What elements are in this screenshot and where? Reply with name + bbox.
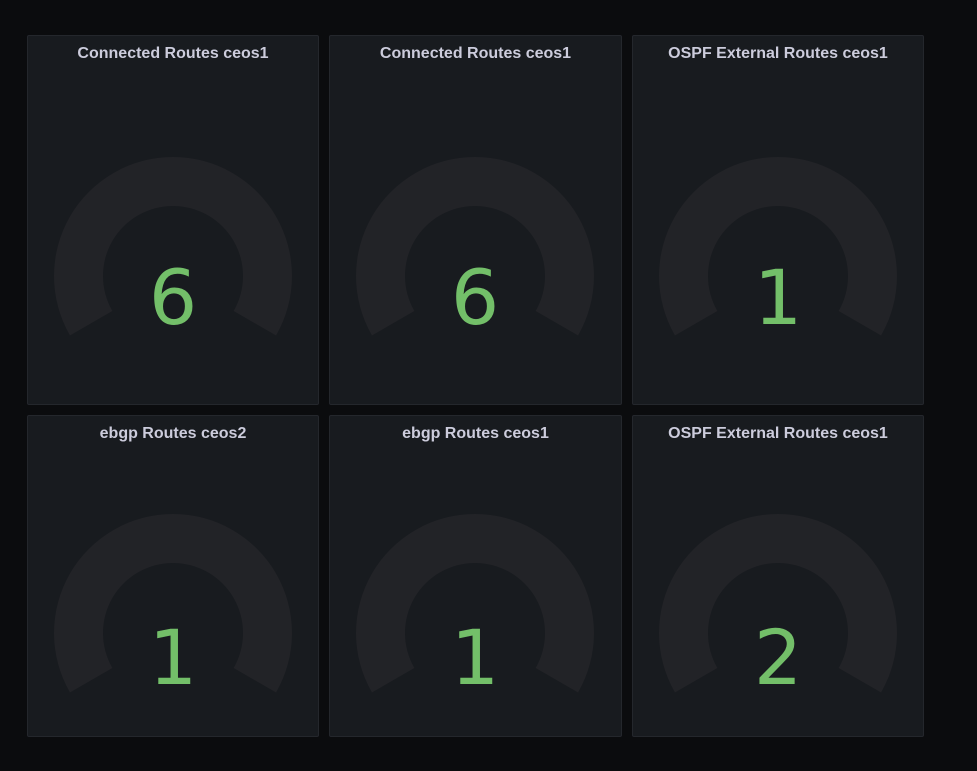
gauge: 6 <box>54 157 292 342</box>
gauge: 2 <box>659 514 897 702</box>
gauge: 1 <box>54 514 292 702</box>
gauge-value: 6 <box>149 253 197 342</box>
gauge-value: 6 <box>451 253 499 342</box>
gauge-value: 2 <box>754 613 802 702</box>
gauge: 1 <box>659 157 897 342</box>
gauge-panel-ebgp-routes-ceos2[interactable]: ebgp Routes ceos2 1 <box>27 415 319 737</box>
gauge-value: 1 <box>754 253 802 342</box>
gauge-panel-ospf-external-routes-ceos1-b[interactable]: OSPF External Routes ceos1 2 <box>632 415 924 737</box>
gauge-panel-connected-routes-ceos1-a[interactable]: Connected Routes ceos1 6 <box>27 35 319 405</box>
gauge-value: 1 <box>149 613 197 702</box>
gauge: 1 <box>356 514 594 702</box>
gauge-panel-ospf-external-routes-ceos1-a[interactable]: OSPF External Routes ceos1 1 <box>632 35 924 405</box>
gauge-value: 1 <box>451 613 499 702</box>
gauge: 6 <box>356 157 594 342</box>
gauge-panel-connected-routes-ceos1-b[interactable]: Connected Routes ceos1 6 <box>329 35 622 405</box>
dashboard: Connected Routes ceos1 6 Connected Route… <box>0 0 977 771</box>
gauge-panel-ebgp-routes-ceos1[interactable]: ebgp Routes ceos1 1 <box>329 415 622 737</box>
